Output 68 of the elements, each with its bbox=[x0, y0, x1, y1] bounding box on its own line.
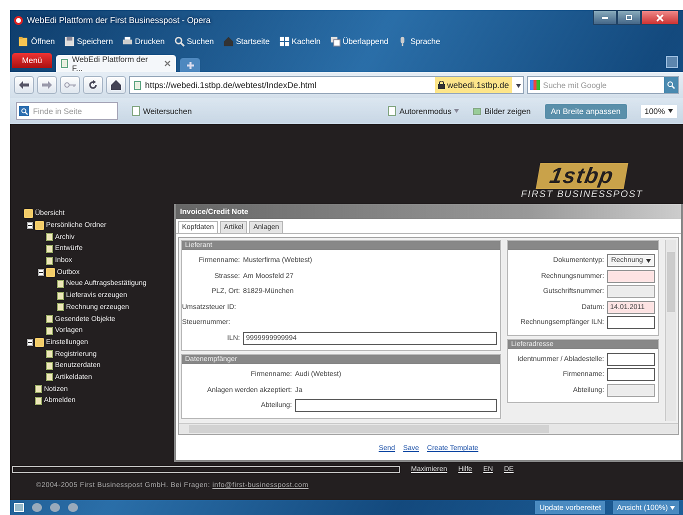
home-icon bbox=[222, 36, 234, 46]
toolbar-button[interactable]: Speichern bbox=[64, 36, 113, 46]
input-field[interactable] bbox=[607, 316, 656, 330]
image-icon bbox=[473, 108, 482, 114]
address-field[interactable]: https://webedi.1stbp.de/webtest/IndexDe.html webedi.1stbp.de bbox=[129, 76, 524, 94]
home-icon bbox=[111, 80, 121, 90]
toolbar-button[interactable]: Überlappend bbox=[330, 36, 388, 46]
search-icon bbox=[667, 81, 675, 89]
input-field[interactable] bbox=[607, 368, 656, 382]
toolbar-button[interactable]: Drucken bbox=[122, 36, 165, 46]
toolbar-button[interactable]: Öffnen bbox=[18, 36, 55, 46]
show-images-button[interactable]: Bilder zeigen bbox=[473, 106, 531, 116]
folder-icon bbox=[18, 36, 29, 46]
input-field[interactable] bbox=[295, 399, 498, 412]
secure-site-badge[interactable]: webedi.1stbp.de bbox=[435, 77, 512, 93]
toolbar-button[interactable]: Startseite bbox=[222, 36, 270, 46]
fit-width-button[interactable]: An Breite anpassen bbox=[544, 104, 627, 118]
scrollbar[interactable] bbox=[179, 423, 678, 434]
arrow-left-icon bbox=[19, 81, 29, 89]
opera-logo-icon bbox=[14, 16, 23, 24]
caret-icon bbox=[646, 258, 652, 263]
minimize-button[interactable] bbox=[593, 10, 617, 25]
page-icon bbox=[388, 106, 396, 116]
collapse-toggle[interactable] bbox=[38, 269, 44, 276]
back-button[interactable] bbox=[14, 76, 34, 94]
maximize-button[interactable] bbox=[617, 10, 641, 25]
toolbar-button[interactable]: Kacheln bbox=[278, 36, 321, 46]
arrow-right-icon bbox=[42, 81, 52, 89]
lock-icon bbox=[438, 81, 446, 89]
logo: 1stbp FIRST BUSINESSPOST bbox=[521, 163, 643, 200]
toolbar-button[interactable]: Sprache bbox=[397, 36, 440, 46]
caret-icon bbox=[454, 109, 460, 113]
panel-toggle-icon[interactable] bbox=[14, 503, 24, 512]
collapse-toggle[interactable] bbox=[27, 222, 33, 229]
search-button[interactable] bbox=[664, 77, 678, 93]
find-next-button[interactable]: Weitersuchen bbox=[132, 106, 192, 116]
collapse-toggle[interactable] bbox=[27, 339, 33, 346]
zoom-dropdown[interactable]: 100% bbox=[640, 104, 677, 118]
printer-icon bbox=[122, 36, 133, 46]
input-field[interactable] bbox=[607, 352, 656, 366]
folder-icon bbox=[35, 338, 44, 347]
home-button[interactable] bbox=[106, 76, 126, 94]
input-field[interactable] bbox=[607, 270, 656, 283]
author-mode-button[interactable]: Autorenmodus bbox=[388, 106, 460, 116]
plus-icon bbox=[186, 60, 195, 70]
scrollbar[interactable] bbox=[665, 240, 676, 421]
caret-icon bbox=[670, 506, 675, 510]
search-icon bbox=[174, 36, 185, 46]
reload-button[interactable] bbox=[83, 76, 103, 94]
window-title: WebEdi Plattform der First Businesspost - Opera bbox=[27, 15, 211, 25]
page-icon bbox=[134, 80, 141, 90]
key-icon bbox=[64, 82, 76, 88]
menu-button[interactable]: Menü bbox=[12, 53, 52, 68]
reload-icon bbox=[88, 80, 98, 90]
page-icon bbox=[132, 106, 140, 116]
caret-icon bbox=[668, 109, 673, 113]
caret-icon bbox=[516, 84, 521, 88]
toolbar-button[interactable]: Suchen bbox=[174, 36, 214, 46]
close-button[interactable] bbox=[641, 10, 679, 25]
close-icon bbox=[656, 14, 664, 22]
close-icon[interactable] bbox=[164, 60, 172, 67]
folder-icon bbox=[46, 268, 55, 277]
new-tab-button[interactable] bbox=[180, 58, 200, 72]
search-icon bbox=[19, 106, 29, 116]
tiles-icon bbox=[278, 36, 290, 46]
browser-tab[interactable]: WebEdi Plattform der F... bbox=[56, 55, 176, 72]
page-icon bbox=[61, 59, 68, 68]
windows-icon bbox=[330, 36, 341, 46]
